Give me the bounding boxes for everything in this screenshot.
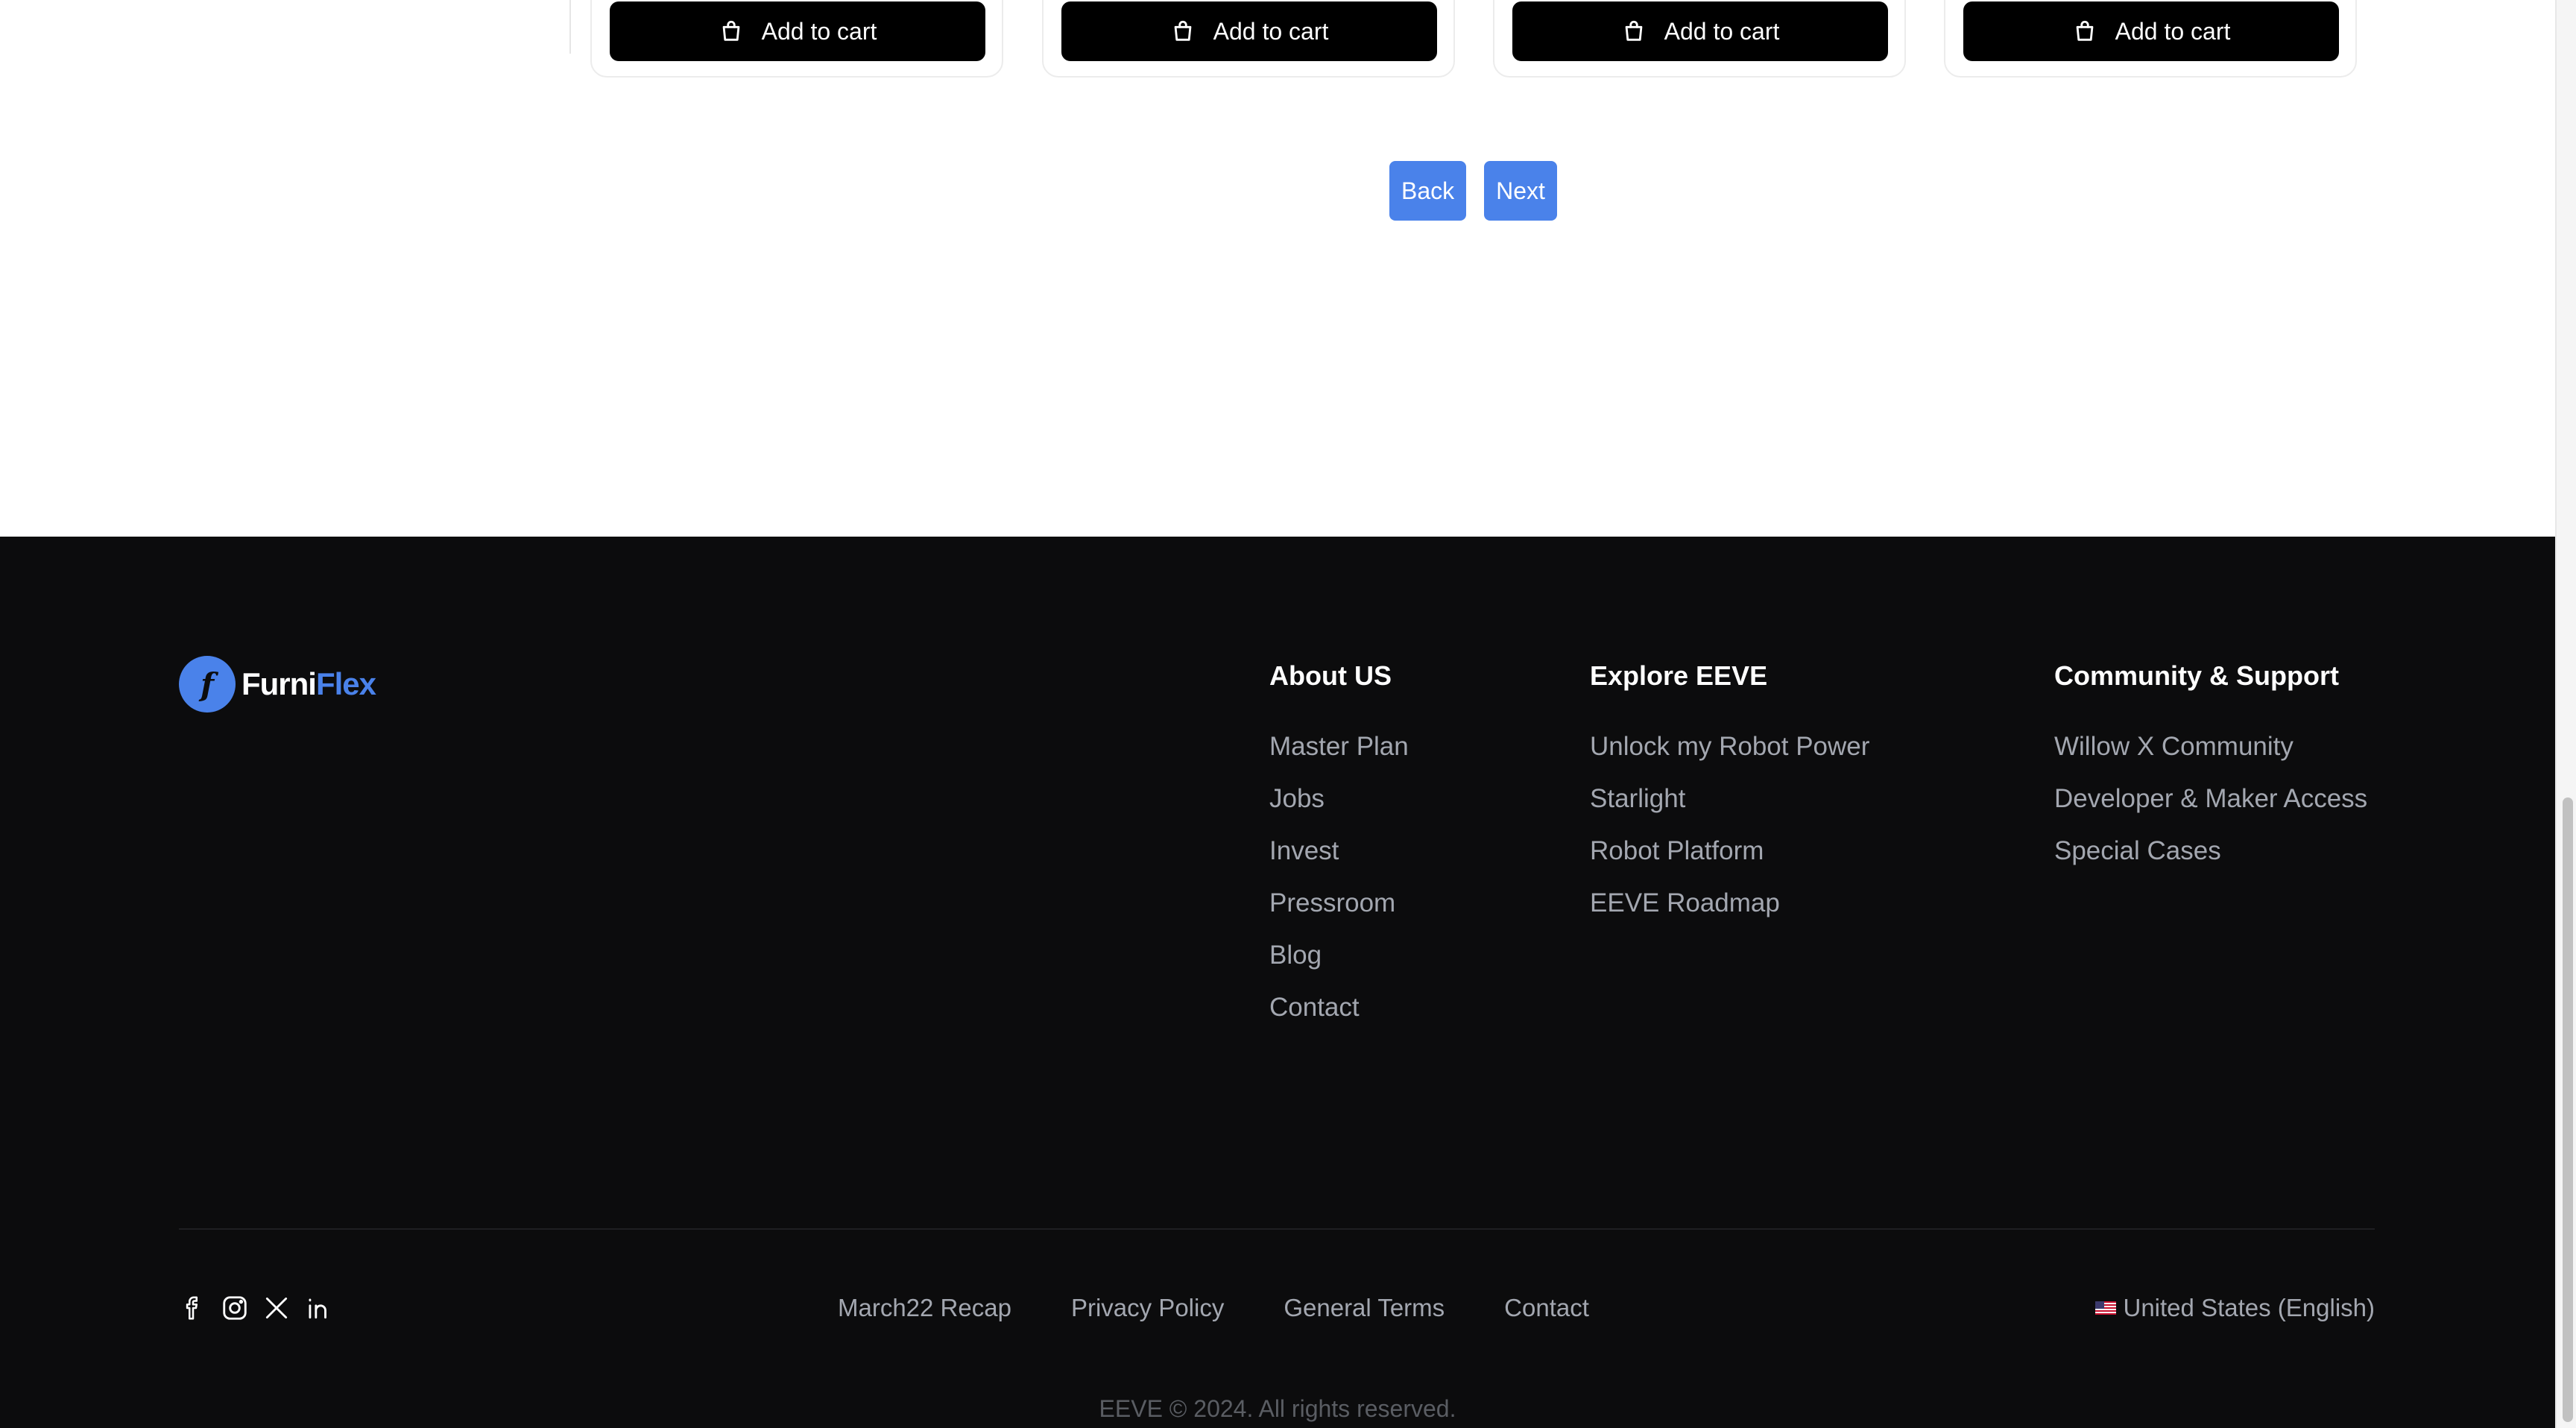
site-footer: f FurniFlex About US Master Plan Jobs In… (0, 537, 2555, 1428)
add-to-cart-label: Add to cart (761, 17, 877, 45)
product-card: Add to cart (1042, 0, 1455, 78)
logo-wordmark: FurniFlex (242, 666, 376, 702)
footer-link[interactable]: Jobs (1269, 783, 1409, 835)
logo-name-part1: Furni (242, 666, 317, 701)
product-card: Add to cart (1493, 0, 1906, 78)
shopping-bag-icon (1170, 19, 1196, 44)
shopping-bag-icon (2072, 19, 2097, 44)
footer-column-title: Explore EEVE (1590, 660, 1768, 691)
next-button[interactable]: Next (1484, 161, 1557, 221)
footer-column-about: About US Master Plan Jobs Invest Pressro… (1269, 660, 1409, 1043)
add-to-cart-button[interactable]: Add to cart (1061, 1, 1437, 61)
footer-link[interactable]: Robot Platform (1590, 835, 1869, 887)
footer-link[interactable]: Contact (1269, 991, 1409, 1043)
copyright-text: EEVE © 2024. All rights reserved. (1099, 1395, 1456, 1422)
add-to-cart-button[interactable]: Add to cart (1512, 1, 1888, 61)
footer-link[interactable]: Unlock my Robot Power (1590, 730, 1869, 783)
add-to-cart-label: Add to cart (1664, 17, 1780, 45)
social-links (179, 1294, 332, 1322)
page-scrollbar[interactable] (2555, 0, 2576, 1428)
shopping-bag-icon (719, 19, 744, 44)
footer-bottom-link[interactable]: March22 Recap (838, 1294, 1011, 1322)
footer-link[interactable]: Developer & Maker Access (2054, 783, 2367, 835)
x-icon[interactable] (262, 1294, 291, 1322)
logo-mark: f (179, 656, 236, 713)
linkedin-icon[interactable] (304, 1294, 332, 1322)
footer-link[interactable]: Willow X Community (2054, 730, 2367, 783)
footer-link[interactable]: Special Cases (2054, 835, 2367, 887)
brand-logo[interactable]: f FurniFlex (179, 656, 376, 713)
footer-bottom-link[interactable]: Privacy Policy (1071, 1294, 1224, 1322)
product-card: Add to cart (590, 0, 1003, 78)
product-card: Add to cart (1944, 0, 2357, 78)
footer-column-explore: Explore EEVE Unlock my Robot Power Starl… (1590, 660, 1869, 939)
locale-selector[interactable]: United States (English) (2094, 1294, 2375, 1322)
footer-divider (179, 1228, 2375, 1230)
add-to-cart-label: Add to cart (2115, 17, 2231, 45)
facebook-icon[interactable] (179, 1294, 207, 1322)
footer-link[interactable]: Pressroom (1269, 887, 1409, 939)
footer-column-title: Community & Support (2054, 660, 2339, 691)
pagination: Back Next (1389, 161, 1557, 221)
add-to-cart-label: Add to cart (1213, 17, 1329, 45)
scrollbar-thumb[interactable] (2563, 797, 2573, 1422)
us-flag-icon (2094, 1301, 2116, 1315)
footer-column-title: About US (1269, 660, 1392, 691)
product-section: Add to cart Add to cart Add to cart Add … (0, 0, 2555, 537)
locale-label: United States (English) (2123, 1294, 2375, 1321)
back-button[interactable]: Back (1389, 161, 1467, 221)
legal-links: March22 Recap Privacy Policy General Ter… (838, 1294, 1589, 1322)
logo-name-part2: Flex (315, 666, 376, 701)
footer-link[interactable]: Invest (1269, 835, 1409, 887)
sidebar-divider (569, 0, 571, 54)
instagram-icon[interactable] (221, 1294, 249, 1322)
footer-bottom-link[interactable]: Contact (1504, 1294, 1589, 1322)
add-to-cart-button[interactable]: Add to cart (1963, 1, 2339, 61)
shopping-bag-icon (1621, 19, 1647, 44)
footer-link[interactable]: Starlight (1590, 783, 1869, 835)
footer-link[interactable]: EEVE Roadmap (1590, 887, 1869, 939)
footer-column-community: Community & Support Willow X Community D… (2054, 660, 2367, 887)
footer-link[interactable]: Blog (1269, 939, 1409, 991)
footer-link[interactable]: Master Plan (1269, 730, 1409, 783)
footer-bottom-link[interactable]: General Terms (1284, 1294, 1445, 1322)
add-to-cart-button[interactable]: Add to cart (610, 1, 985, 61)
